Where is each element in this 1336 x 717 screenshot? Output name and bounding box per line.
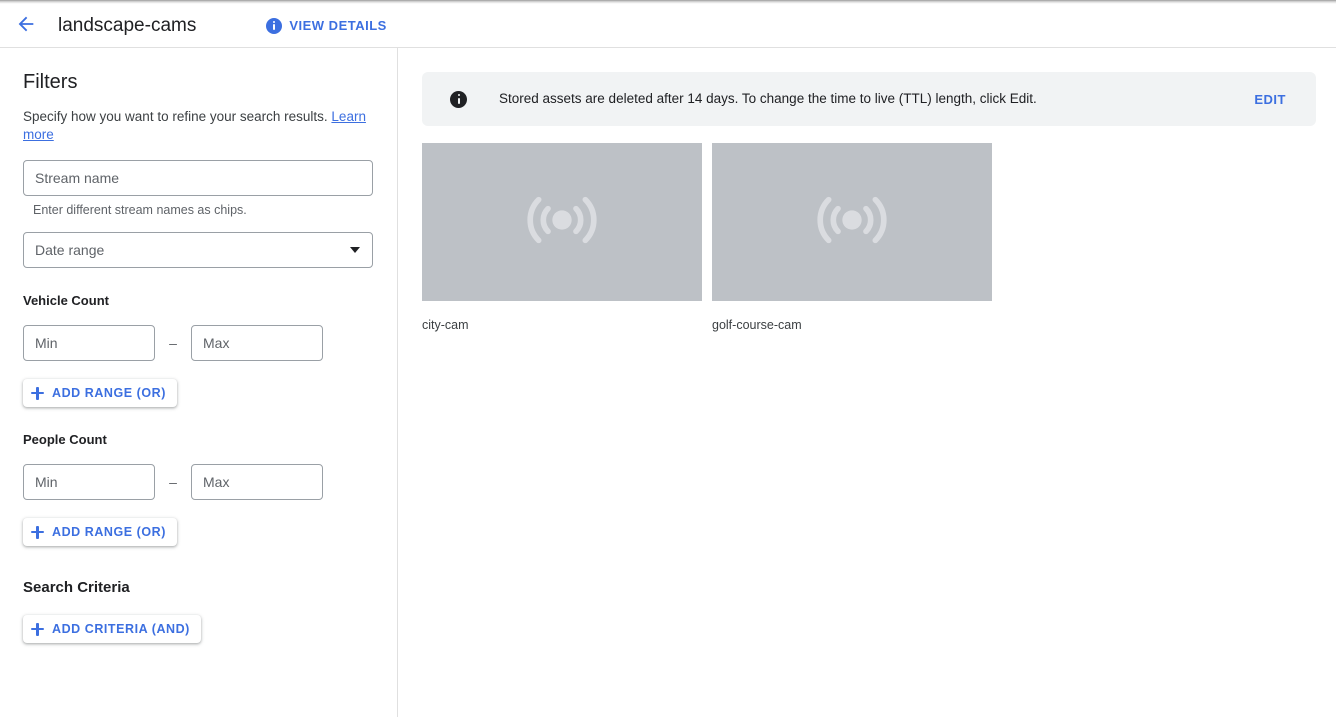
- info-icon: [266, 17, 283, 34]
- people-count-max-input[interactable]: Max: [191, 464, 323, 500]
- filters-subtitle-text: Specify how you want to refine your sear…: [23, 109, 328, 124]
- filters-subtitle: Specify how you want to refine your sear…: [23, 108, 373, 144]
- people-count-max-placeholder: Max: [203, 474, 230, 490]
- vehicle-count-range-row: Min – Max: [23, 325, 373, 361]
- vehicle-count-add-range-label: ADD RANGE (OR): [52, 386, 166, 400]
- stream-name-hint: Enter different stream names as chips.: [33, 203, 247, 217]
- page-header: landscape-cams VIEW DETAILS: [0, 4, 1336, 48]
- page-title: landscape-cams: [58, 14, 197, 36]
- back-button[interactable]: [8, 8, 44, 44]
- stream-thumbnail: [712, 143, 992, 301]
- ttl-info-banner: Stored assets are deleted after 14 days.…: [422, 72, 1316, 126]
- search-criteria-title: Search Criteria: [23, 579, 130, 596]
- stream-card-grid: city-cam golf-course-cam: [422, 143, 992, 333]
- view-details-label: VIEW DETAILS: [289, 18, 387, 33]
- stream-card[interactable]: golf-course-cam: [712, 143, 992, 333]
- body-container: Filters Specify how you want to refine y…: [0, 48, 1336, 717]
- info-icon: [450, 90, 467, 108]
- stream-card-label: golf-course-cam: [712, 318, 802, 332]
- vehicle-count-min-placeholder: Min: [35, 335, 58, 351]
- main-content: Stored assets are deleted after 14 days.…: [398, 48, 1336, 717]
- vehicle-count-min-input[interactable]: Min: [23, 325, 155, 361]
- vehicle-count-add-range-button[interactable]: ADD RANGE (OR): [23, 379, 177, 407]
- broadcast-stream-icon: [522, 180, 602, 265]
- chevron-down-icon: [350, 247, 360, 253]
- app-root: landscape-cams VIEW DETAILS Filters Spec…: [0, 0, 1336, 717]
- people-count-range-row: Min – Max: [23, 464, 373, 500]
- people-count-add-range-button[interactable]: ADD RANGE (OR): [23, 518, 177, 546]
- filters-sidebar: Filters Specify how you want to refine y…: [0, 48, 398, 717]
- vehicle-count-max-placeholder: Max: [203, 335, 230, 351]
- broadcast-stream-icon: [812, 180, 892, 265]
- plus-icon: [31, 622, 44, 636]
- stream-card[interactable]: city-cam: [422, 143, 702, 333]
- add-criteria-button[interactable]: ADD CRITERIA (AND): [23, 615, 201, 643]
- view-details-link[interactable]: VIEW DETAILS: [260, 14, 392, 38]
- people-count-separator: –: [169, 474, 177, 490]
- date-range-select[interactable]: Date range: [23, 232, 373, 268]
- plus-icon: [31, 386, 44, 400]
- add-criteria-label: ADD CRITERIA (AND): [52, 622, 190, 636]
- filters-title: Filters: [23, 71, 78, 93]
- stream-name-input[interactable]: Stream name: [23, 160, 373, 196]
- stream-thumbnail: [422, 143, 702, 301]
- vehicle-count-separator: –: [169, 335, 177, 351]
- people-count-label: People Count: [23, 432, 107, 447]
- date-range-placeholder: Date range: [35, 242, 105, 258]
- stream-card-label: city-cam: [422, 318, 469, 332]
- ttl-banner-edit-button[interactable]: EDIT: [1246, 86, 1294, 113]
- people-count-min-placeholder: Min: [35, 474, 58, 490]
- people-count-add-range-label: ADD RANGE (OR): [52, 525, 166, 539]
- plus-icon: [31, 525, 44, 539]
- ttl-banner-message: Stored assets are deleted after 14 days.…: [499, 91, 1037, 106]
- vehicle-count-max-input[interactable]: Max: [191, 325, 323, 361]
- arrow-back-icon: [15, 13, 37, 38]
- vehicle-count-label: Vehicle Count: [23, 293, 109, 308]
- stream-name-placeholder: Stream name: [35, 170, 120, 186]
- people-count-min-input[interactable]: Min: [23, 464, 155, 500]
